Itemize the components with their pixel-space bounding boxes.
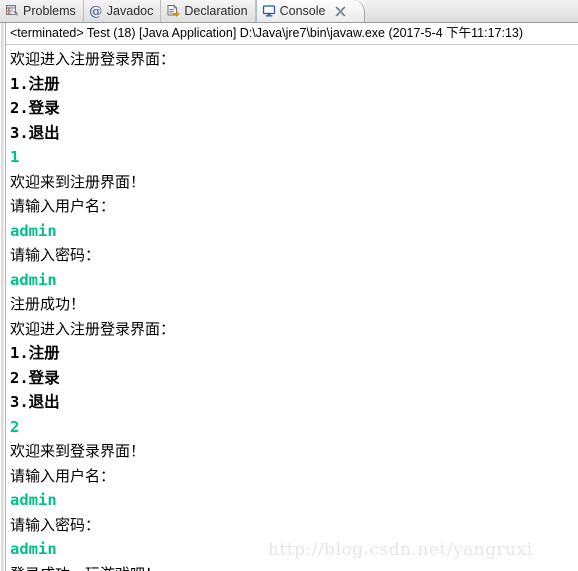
svg-text:x: x bbox=[7, 11, 10, 16]
console-line: admin bbox=[10, 221, 57, 240]
console-line: 1.注册 bbox=[10, 344, 60, 362]
console-line: 2.登录 bbox=[10, 99, 60, 117]
console-process-header: <terminated> Test (18) [Java Application… bbox=[10, 26, 524, 40]
console-line: 登录成功，玩游戏吧！ bbox=[10, 562, 578, 571]
console-line: 1.注册 bbox=[10, 74, 60, 93]
tab-label-console: Console bbox=[279, 4, 326, 18]
eclipse-console-view: x x Problems @ Javadoc Declaration Conso… bbox=[0, 0, 578, 571]
header-separator bbox=[6, 44, 578, 45]
console-area: <terminated> Test (18) [Java Application… bbox=[0, 23, 578, 571]
console-line: admin bbox=[10, 540, 57, 558]
console-icon bbox=[262, 4, 276, 18]
console-line: 3.退出 bbox=[10, 123, 60, 142]
tab-javadoc[interactable]: @ Javadoc bbox=[84, 0, 162, 22]
tab-bar-filler bbox=[366, 0, 578, 22]
view-tab-bar: x x Problems @ Javadoc Declaration Conso… bbox=[0, 0, 578, 23]
console-line: 请输入用户名： bbox=[10, 197, 116, 215]
tab-label-problems: Problems bbox=[23, 4, 76, 18]
console-line: 欢迎进入注册登录界面： bbox=[10, 50, 176, 68]
svg-text:@: @ bbox=[89, 5, 102, 18]
tab-declaration[interactable]: Declaration bbox=[161, 0, 256, 22]
console-line: 欢迎进入注册登录界面： bbox=[10, 319, 176, 338]
console-line: 请输入密码： bbox=[10, 246, 101, 264]
console-line: 注册成功！ bbox=[10, 295, 86, 313]
problems-icon: x x bbox=[5, 4, 19, 18]
tab-console[interactable]: Console bbox=[255, 0, 366, 22]
tab-label-declaration: Declaration bbox=[184, 4, 248, 18]
console-line: admin bbox=[10, 491, 57, 509]
console-line: 3.退出 bbox=[10, 393, 60, 411]
console-line: 请输入用户名： bbox=[10, 466, 116, 485]
console-line: admin bbox=[10, 270, 57, 289]
console-line-list: 欢迎进入注册登录界面： 1.注册 2.登录 3.退出 1 欢迎来到注册界面！ 请输入用户名：… bbox=[6, 47, 578, 571]
tab-label-javadoc: Javadoc bbox=[106, 4, 154, 18]
console-line: 2.登录 bbox=[10, 368, 60, 387]
console-line: 2 bbox=[10, 417, 20, 436]
javadoc-icon: @ bbox=[89, 4, 103, 18]
console-output[interactable]: <terminated> Test (18) [Java Application… bbox=[6, 23, 578, 571]
console-line: 欢迎来到登录界面！ bbox=[10, 442, 146, 460]
console-line: 1 bbox=[10, 148, 20, 166]
declaration-icon bbox=[166, 4, 180, 18]
close-icon[interactable] bbox=[335, 6, 346, 17]
tab-problems[interactable]: x x Problems bbox=[0, 0, 84, 22]
console-line: 欢迎来到注册界面！ bbox=[10, 172, 146, 191]
console-line: 请输入密码： bbox=[10, 515, 101, 534]
